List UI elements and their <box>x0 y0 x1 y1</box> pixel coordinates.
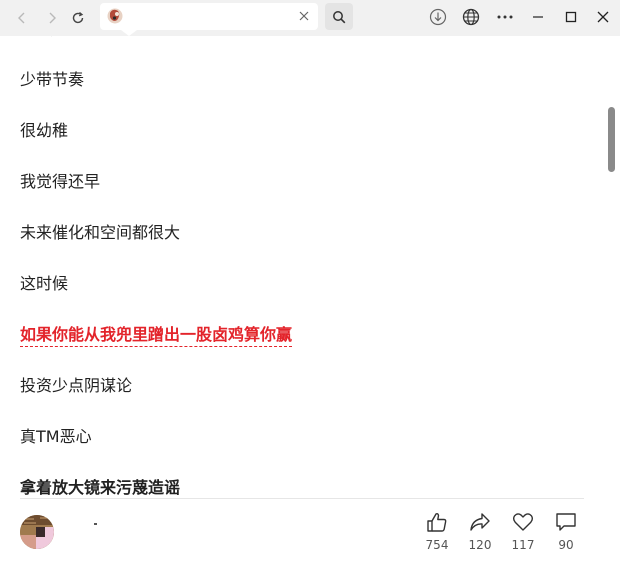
scrollbar-thumb[interactable] <box>608 107 615 172</box>
share-button[interactable]: 120 <box>462 512 498 556</box>
heart-icon <box>513 513 533 531</box>
like-button[interactable]: 754 <box>419 512 455 556</box>
article-line-bold: 拿着放大镜来污蔑造谣 <box>20 478 181 497</box>
comment-count: 90 <box>558 538 574 552</box>
article-line: 真TM恶心 <box>20 427 92 446</box>
clipped-text-fragment <box>20 36 60 40</box>
comment-bubble-icon <box>556 513 576 531</box>
article-body: 少带节奏 很幼稚 我觉得还早 未来催化和空间都很大 这时候 如果你能从我兜里蹭出… <box>0 36 604 498</box>
maximize-icon[interactable] <box>559 5 583 29</box>
close-icon[interactable] <box>296 8 312 24</box>
close-window-icon[interactable] <box>591 5 615 29</box>
thumbs-up-icon <box>427 513 447 532</box>
globe-icon[interactable] <box>459 5 483 29</box>
comment-button[interactable]: 90 <box>548 512 584 556</box>
search-icon[interactable] <box>325 3 353 30</box>
article-line: 未来催化和空间都很大 <box>20 223 181 242</box>
like-count: 754 <box>425 538 449 552</box>
share-count: 120 <box>468 538 492 552</box>
article-line: 我觉得还早 <box>20 172 101 191</box>
favorite-button[interactable]: 117 <box>505 512 541 556</box>
article-line: 很幼稚 <box>20 121 69 140</box>
article-line: 投资少点阴谋论 <box>20 376 133 395</box>
minimize-icon[interactable] <box>526 5 550 29</box>
more-icon[interactable] <box>493 5 517 29</box>
highlighted-line: 如果你能从我兜里蹭出一股卤鸡算你赢 <box>20 324 293 347</box>
download-icon[interactable] <box>426 5 450 29</box>
share-arrow-icon <box>470 513 490 531</box>
article-line: 少带节奏 <box>20 70 85 89</box>
author-name-fragment <box>94 523 97 525</box>
address-bar[interactable] <box>100 3 318 30</box>
refresh-icon[interactable] <box>66 6 90 30</box>
article-line: 这时候 <box>20 274 69 293</box>
back-icon[interactable] <box>10 6 34 30</box>
browser-toolbar <box>0 0 620 36</box>
site-favicon-icon <box>106 7 124 25</box>
forward-icon[interactable] <box>40 6 64 30</box>
avatar[interactable] <box>20 515 54 549</box>
favorite-count: 117 <box>511 538 535 552</box>
divider <box>20 498 584 499</box>
